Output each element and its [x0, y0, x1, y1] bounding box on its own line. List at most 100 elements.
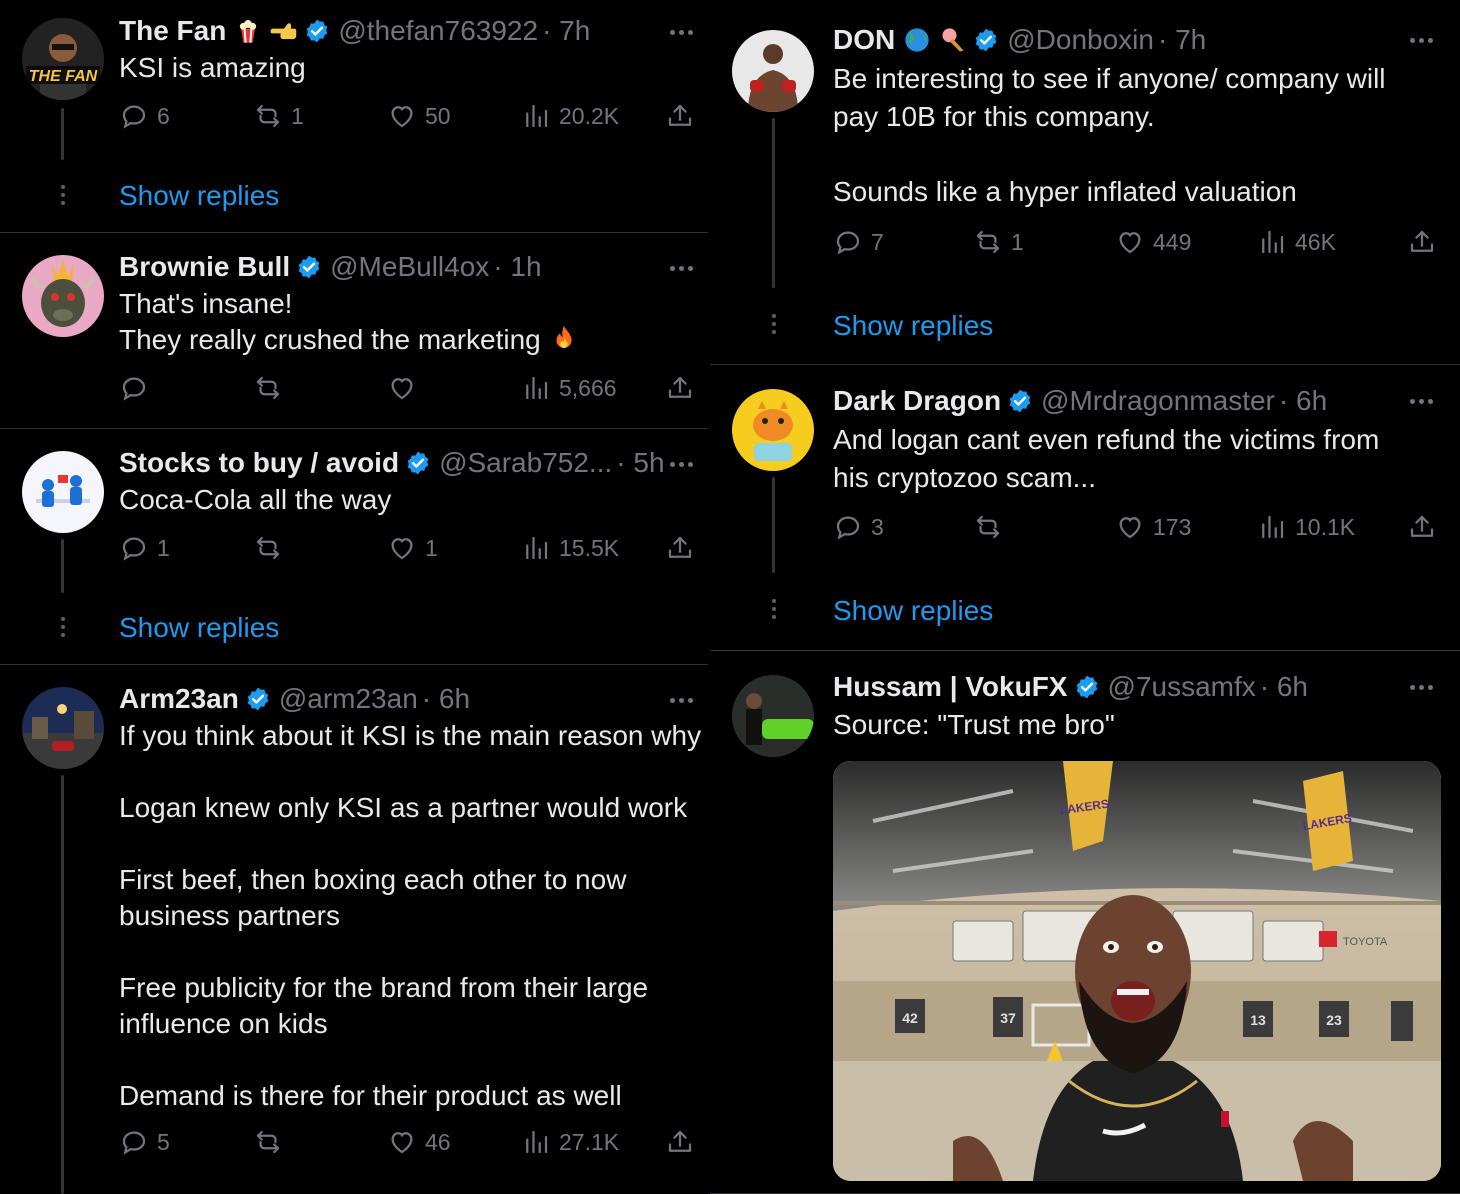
like-button[interactable]: 173 [1115, 510, 1191, 544]
show-replies-link[interactable]: Show replies [119, 610, 279, 646]
tweet-the-fan[interactable]: THE FAN The Fan @thefan763922 · 7h KSI i… [0, 0, 708, 233]
views-button[interactable]: 15.5K [521, 531, 619, 565]
reply-button[interactable]: 7 [833, 225, 884, 259]
thread-dots [61, 617, 65, 637]
avatar[interactable] [732, 675, 814, 757]
timestamp[interactable]: · 6h [422, 681, 470, 717]
tweet-hussam-vokufx[interactable]: Hussam | VokuFX @7ussamfx · 6h Source: "… [710, 651, 1460, 1194]
retweet-icon [973, 512, 1003, 542]
heart-icon [1115, 227, 1145, 257]
share-button[interactable] [1407, 225, 1445, 259]
thread-dots [772, 599, 776, 619]
retweet-button[interactable] [973, 510, 1011, 544]
tweet-text: And logan cant even refund the victims f… [833, 424, 1380, 493]
reply-button[interactable]: 3 [833, 510, 884, 544]
more-options-icon[interactable] [1410, 685, 1433, 690]
show-replies-link[interactable]: Show replies [833, 593, 993, 629]
reply-count: 1 [157, 534, 170, 561]
handle[interactable]: @Mrdragonmaster [1041, 383, 1275, 419]
ice-cream-icon [942, 28, 964, 52]
display-name[interactable]: DON [833, 22, 895, 58]
handle[interactable]: @Sarab752... [439, 445, 612, 481]
retweet-button[interactable]: 1 [253, 99, 304, 133]
tweet-text: Be interesting to see if anyone/ company… [833, 63, 1386, 207]
jersey-number-3: 13 [1250, 1012, 1266, 1028]
show-replies-link[interactable]: Show replies [833, 308, 993, 344]
more-options-icon[interactable] [1410, 399, 1433, 404]
share-icon [1407, 227, 1437, 257]
share-button[interactable] [665, 1125, 703, 1159]
reply-button[interactable]: 6 [119, 99, 170, 133]
display-name[interactable]: Hussam | VokuFX [833, 669, 1068, 705]
views-icon [521, 101, 551, 131]
display-name[interactable]: Arm23an [119, 681, 239, 717]
timestamp[interactable]: · 7h [542, 13, 590, 49]
share-icon [665, 1127, 695, 1157]
more-options-icon[interactable] [670, 266, 693, 271]
verified-badge-icon [296, 254, 322, 280]
avatar[interactable] [22, 451, 104, 533]
more-options-icon[interactable] [670, 30, 693, 35]
dark-dragon-avatar-image [732, 389, 814, 471]
timestamp[interactable]: · 7h [1158, 22, 1206, 58]
handle[interactable]: @thefan763922 [338, 13, 538, 49]
views-button[interactable]: 27.1K [521, 1125, 619, 1159]
like-button[interactable]: 50 [387, 99, 451, 133]
the-fan-avatar-image: THE FAN [22, 18, 104, 100]
reply-button[interactable]: 5 [119, 1125, 170, 1159]
share-button[interactable] [665, 99, 703, 133]
show-replies-link[interactable]: Show replies [119, 178, 279, 214]
tweet-arm23an[interactable]: Arm23an @arm23an · 6h If you think about… [0, 665, 708, 1194]
display-name[interactable]: Brownie Bull [119, 249, 290, 285]
avatar[interactable] [22, 687, 104, 769]
retweet-button[interactable] [253, 1125, 291, 1159]
avatar[interactable] [22, 255, 104, 337]
reply-button[interactable]: 1 [119, 531, 170, 565]
tweet-media-image[interactable]: LAKERS LAKERS TOYOTA 42 37 13 23 [833, 761, 1441, 1181]
tweet-stocks-to-buy[interactable]: Stocks to buy / avoid @Sarab752... · 5h … [0, 429, 708, 665]
views-button[interactable]: 5,666 [521, 371, 617, 405]
timestamp[interactable]: · 6h [1260, 669, 1308, 705]
share-button[interactable] [1407, 510, 1445, 544]
handle[interactable]: @MeBull4ox [330, 249, 489, 285]
avatar[interactable]: THE FAN [22, 18, 104, 100]
reply-button[interactable] [119, 371, 157, 405]
reply-icon [119, 101, 149, 131]
avatar[interactable] [732, 30, 814, 112]
gym-photo: LAKERS LAKERS TOYOTA 42 37 13 23 [833, 761, 1441, 1181]
share-button[interactable] [665, 371, 703, 405]
reply-count: 3 [871, 513, 884, 540]
display-name[interactable]: Stocks to buy / avoid [119, 445, 399, 481]
action-bar: 3 173 10.1K [833, 510, 1443, 544]
tweet-don[interactable]: DON @Donboxin · 7h Be interesting to see… [710, 0, 1460, 365]
views-button[interactable]: 46K [1257, 225, 1336, 259]
retweet-button[interactable]: 1 [973, 225, 1024, 259]
more-options-icon[interactable] [1410, 38, 1433, 43]
views-button[interactable]: 10.1K [1257, 510, 1355, 544]
retweet-button[interactable] [253, 371, 291, 405]
avatar[interactable] [732, 389, 814, 471]
share-button[interactable] [665, 531, 703, 565]
share-icon [665, 101, 695, 131]
like-button[interactable]: 449 [1115, 225, 1191, 259]
handle[interactable]: @7ussamfx [1108, 669, 1256, 705]
retweet-count: 1 [291, 102, 304, 129]
timestamp[interactable]: · 1h [493, 249, 541, 285]
heart-icon [387, 373, 417, 403]
more-options-icon[interactable] [670, 698, 693, 703]
display-name[interactable]: The Fan [119, 13, 226, 49]
timestamp[interactable]: · 5h [616, 445, 664, 481]
thread-line [61, 775, 64, 1194]
display-name[interactable]: Dark Dragon [833, 383, 1001, 419]
views-button[interactable]: 20.2K [521, 99, 619, 133]
timestamp[interactable]: · 6h [1279, 383, 1327, 419]
like-button[interactable]: 46 [387, 1125, 451, 1159]
handle[interactable]: @Donboxin [1007, 22, 1154, 58]
retweet-button[interactable] [253, 531, 291, 565]
tweet-dark-dragon[interactable]: Dark Dragon @Mrdragonmaster · 6h And log… [710, 365, 1460, 651]
tweet-brownie-bull[interactable]: Brownie Bull @MeBull4ox · 1h That's insa… [0, 233, 708, 429]
like-button[interactable]: 1 [387, 531, 438, 565]
more-options-icon[interactable] [670, 462, 693, 467]
handle[interactable]: @arm23an [279, 681, 418, 717]
like-button[interactable] [387, 371, 425, 405]
